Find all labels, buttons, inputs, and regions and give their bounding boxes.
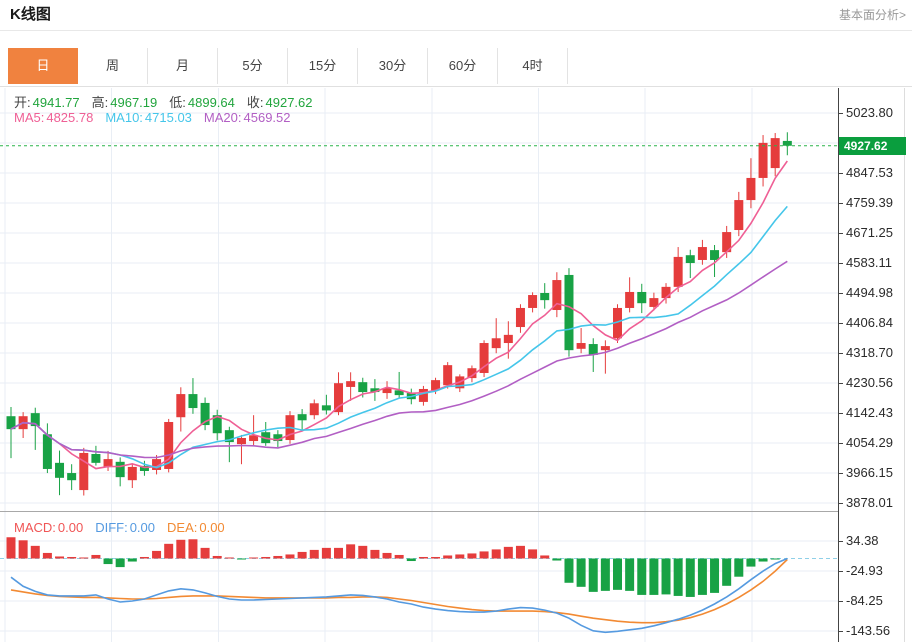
axis-tick <box>838 293 843 294</box>
y-axis-label: 4583.11 <box>846 255 893 270</box>
axis-tick <box>838 383 843 384</box>
ma10-line <box>10 205 788 469</box>
y-axis-label: -24.93 <box>846 563 883 578</box>
main-grid <box>0 88 838 511</box>
legend-item: 高: 4967.19 <box>91 95 158 110</box>
axis-tick <box>838 233 843 234</box>
axis-tick <box>838 263 843 264</box>
dea-line <box>10 558 788 624</box>
chart-top-border <box>0 86 912 87</box>
tab-5分[interactable]: 5分 <box>218 48 288 84</box>
y-axis-label: 4494.98 <box>846 285 893 300</box>
legend-item: DIFF: 0.00 <box>95 520 156 535</box>
page-title: K线图 <box>10 6 51 23</box>
macd-legend: MACD: 0.00 DIFF: 0.00 DEA: 0.00 <box>14 520 225 535</box>
axis-tick <box>838 323 843 324</box>
y-axis-label: 4759.39 <box>846 195 893 210</box>
axis-tick <box>838 443 843 444</box>
tab-15分[interactable]: 15分 <box>288 48 358 84</box>
ohlc-legend: 开: 4941.77 高: 4967.19 低: 4899.64 收: 4927.62 <box>14 92 313 111</box>
axis-tick <box>838 503 843 504</box>
axis-tick <box>838 413 843 414</box>
axis-tick <box>838 571 843 572</box>
axis-tick <box>838 173 843 174</box>
chart-right-border <box>904 88 905 642</box>
axis-tick <box>838 113 843 114</box>
axis-tick <box>838 631 843 632</box>
y-axis-line <box>838 88 839 642</box>
diff-line <box>10 557 788 634</box>
axis-tick <box>838 353 843 354</box>
y-axis-label: 3966.15 <box>846 465 893 480</box>
y-axis-label: 34.38 <box>846 533 879 548</box>
tab-60分[interactable]: 60分 <box>428 48 498 84</box>
y-axis-label: -143.56 <box>846 623 891 638</box>
tab-日[interactable]: 日 <box>8 48 78 84</box>
legend-item: MA20: 4569.52 <box>203 110 291 125</box>
y-axis-label: 4847.53 <box>846 165 893 180</box>
y-axis-label: 3878.01 <box>846 495 893 510</box>
title-divider <box>0 30 912 31</box>
ma20-line <box>10 260 788 459</box>
legend-item: 收: 4927.62 <box>246 95 313 110</box>
y-axis-label: 4318.70 <box>846 345 893 360</box>
tab-周[interactable]: 周 <box>78 48 148 84</box>
fundamental-analysis-link[interactable]: 基本面分析> <box>839 6 906 23</box>
legend-item: MA10: 4715.03 <box>105 110 192 125</box>
axis-tick <box>838 203 843 204</box>
legend-item: 低: 4899.64 <box>169 95 235 110</box>
interval-tabs: 日周月 5分 15分 30分 60分 4时 <box>8 48 568 84</box>
legend-item: 开: 4941.77 <box>14 95 80 110</box>
current-price-badge: 4927.62 <box>839 137 906 155</box>
y-axis-label: 5023.80 <box>846 105 893 120</box>
axis-tick <box>838 601 843 602</box>
legend-item: DEA: 0.00 <box>167 520 225 535</box>
legend-item: MACD: 0.00 <box>14 520 84 535</box>
y-axis-label: 4230.56 <box>846 375 893 390</box>
candlestick-chart[interactable] <box>0 88 838 511</box>
y-axis-label: 4054.29 <box>846 435 893 450</box>
macd-histogram <box>6 537 780 597</box>
tab-4时[interactable]: 4时 <box>498 48 568 84</box>
y-axis-label: 4406.84 <box>846 315 893 330</box>
legend-item: MA5: 4825.78 <box>14 110 94 125</box>
tab-月[interactable]: 月 <box>148 48 218 84</box>
y-axis-label: 4671.25 <box>846 225 893 240</box>
kline-app: K线图 基本面分析> 日周月 5分 15分 30分 60分 4时 开: 4941.77 高: 4… <box>0 0 912 642</box>
axis-tick <box>838 473 843 474</box>
y-axis-label: 4142.43 <box>846 405 893 420</box>
y-axis-label: -84.25 <box>846 593 883 608</box>
axis-tick <box>838 541 843 542</box>
tab-30分[interactable]: 30分 <box>358 48 428 84</box>
ma-legend: MA5: 4825.78 MA10: 4715.03 MA20: 4569.52 <box>14 110 291 125</box>
